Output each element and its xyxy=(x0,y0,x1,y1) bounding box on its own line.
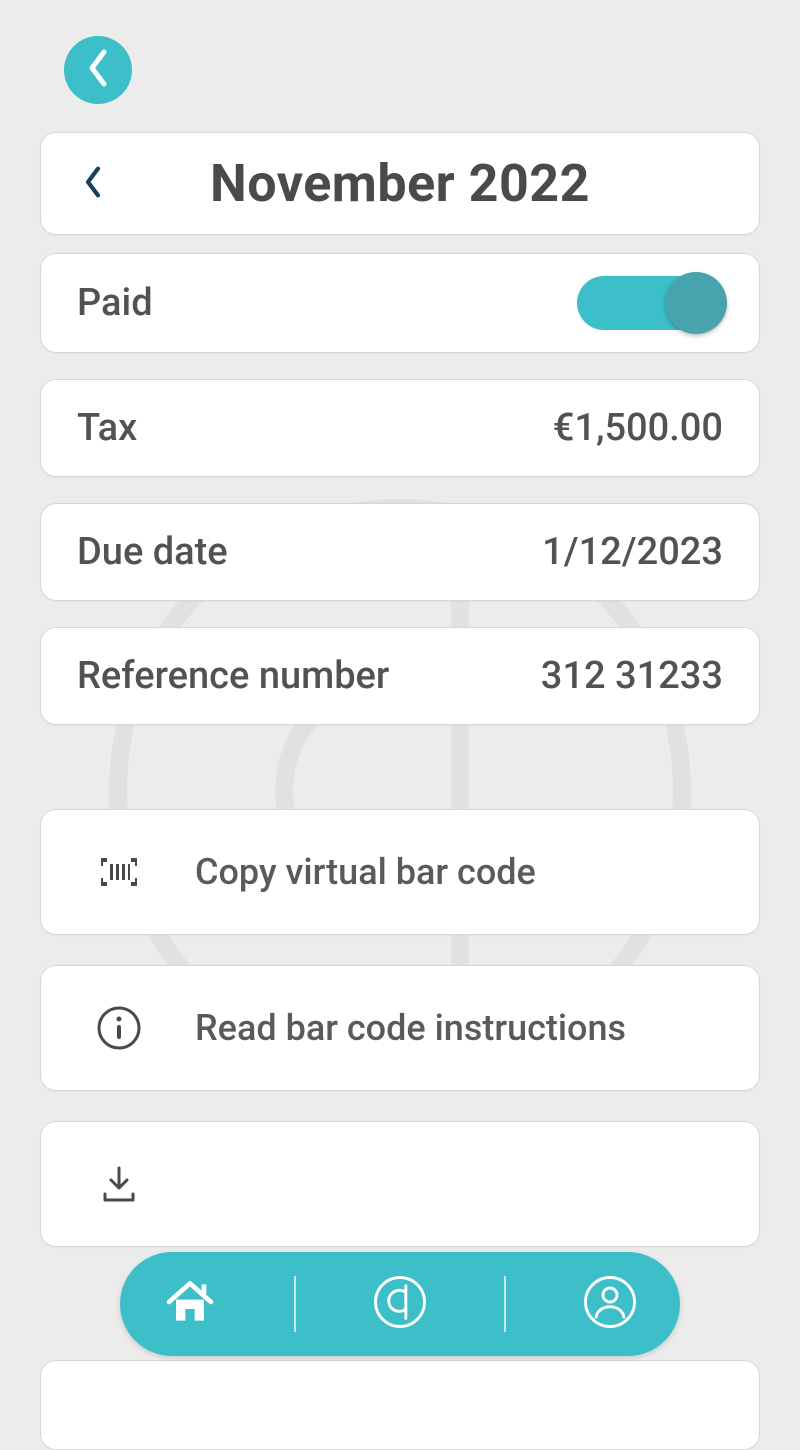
download-button[interactable] xyxy=(40,1121,760,1247)
tax-label: Tax xyxy=(77,406,137,450)
barcode-icon xyxy=(95,848,143,896)
back-button[interactable] xyxy=(64,36,132,104)
paid-label: Paid xyxy=(77,281,153,325)
bottom-nav xyxy=(120,1252,680,1356)
reference-label: Reference number xyxy=(77,654,389,698)
nav-separator xyxy=(294,1276,296,1332)
nav-profile-button[interactable] xyxy=(575,1269,645,1339)
chevron-left-icon xyxy=(84,48,112,92)
due-date-row: Due date 1/12/2023 xyxy=(40,503,760,601)
download-icon xyxy=(95,1160,143,1208)
chevron-left-icon xyxy=(83,165,103,203)
barcode-instructions-label: Read bar code instructions xyxy=(195,1007,626,1049)
period-label: November 2022 xyxy=(113,153,727,214)
previous-period-button[interactable] xyxy=(73,157,113,211)
next-card-peek xyxy=(40,1360,760,1450)
due-date-value: 1/12/2023 xyxy=(542,530,723,574)
nav-separator xyxy=(504,1276,506,1332)
reference-row: Reference number 312 31233 xyxy=(40,627,760,725)
copy-barcode-button[interactable]: Copy virtual bar code xyxy=(40,809,760,935)
home-icon xyxy=(162,1274,218,1334)
due-date-label: Due date xyxy=(77,530,228,574)
paid-row: Paid xyxy=(40,253,760,353)
brand-d-icon xyxy=(372,1274,428,1334)
paid-toggle[interactable] xyxy=(577,276,723,330)
tax-value: €1,500.00 xyxy=(553,406,723,450)
period-selector: November 2022 xyxy=(40,132,760,235)
copy-barcode-label: Copy virtual bar code xyxy=(195,851,536,893)
barcode-instructions-button[interactable]: Read bar code instructions xyxy=(40,965,760,1091)
tax-row: Tax €1,500.00 xyxy=(40,379,760,477)
nav-home-button[interactable] xyxy=(155,1269,225,1339)
user-icon xyxy=(582,1274,638,1334)
info-icon xyxy=(95,1004,143,1052)
nav-brand-button[interactable] xyxy=(365,1269,435,1339)
reference-value: 312 31233 xyxy=(541,654,723,698)
toggle-knob xyxy=(665,272,727,334)
